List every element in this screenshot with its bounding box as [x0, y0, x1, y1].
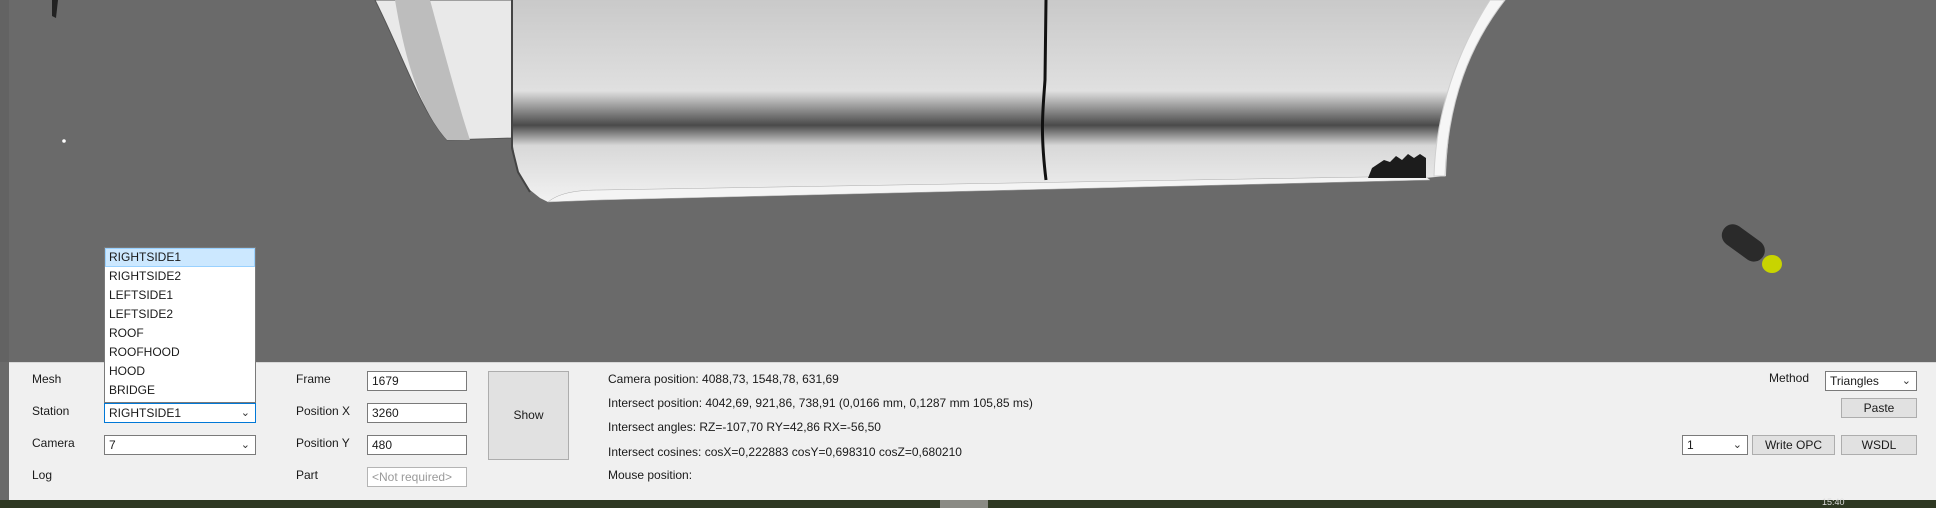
method-select[interactable]: Triangles ⌄: [1825, 371, 1917, 391]
control-panel: Mesh Station Camera Log RIGHTSIDE1 ⌄ 7 ⌄…: [9, 362, 1936, 501]
3d-viewport[interactable]: [0, 0, 1936, 362]
station-label: Station: [32, 404, 70, 418]
opc-index-select[interactable]: 1 ⌄: [1682, 435, 1748, 455]
station-dropdown-list: RIGHTSIDE1 RIGHTSIDE2 LEFTSIDE1 LEFTSIDE…: [104, 247, 256, 403]
mesh-label: Mesh: [32, 372, 62, 386]
show-button[interactable]: Show: [488, 371, 569, 460]
wsdl-button[interactable]: WSDL: [1841, 435, 1917, 455]
frame-input[interactable]: 1679: [367, 371, 467, 391]
intersect-angles-text: Intersect angles: RZ=-107,70 RY=42,86 RX…: [608, 420, 881, 434]
camera-select-value: 7: [109, 438, 116, 452]
intersect-position-text: Intersect position: 4042,69, 921,86, 738…: [608, 396, 1033, 410]
part-input[interactable]: <Not required>: [367, 467, 467, 487]
method-label: Method: [1769, 371, 1810, 385]
station-option-rightside1[interactable]: RIGHTSIDE1: [105, 248, 255, 267]
part-label: Part: [296, 468, 319, 482]
mouse-position-text: Mouse position:: [608, 468, 693, 482]
position-y-label: Position Y: [296, 436, 350, 450]
paste-button[interactable]: Paste: [1841, 398, 1917, 418]
write-opc-button[interactable]: Write OPC: [1752, 435, 1835, 455]
taskbar-clock: 15:40: [1822, 497, 1845, 507]
position-x-label: Position X: [296, 404, 351, 418]
station-option-roofhood[interactable]: ROOFHOOD: [105, 343, 255, 362]
station-option-rightside2[interactable]: RIGHTSIDE2: [105, 267, 255, 286]
opc-index-select-value: 1: [1687, 438, 1694, 452]
position-y-input[interactable]: 480: [367, 435, 467, 455]
position-x-input[interactable]: 3260: [367, 403, 467, 423]
car-body-render: [52, 0, 1782, 273]
chevron-down-icon: ⌄: [240, 407, 250, 419]
camera-position-text: Camera position: 4088,73, 1548,78, 631,6…: [608, 372, 839, 386]
station-option-hood[interactable]: HOOD: [105, 362, 255, 381]
camera-select[interactable]: 7 ⌄: [104, 435, 256, 455]
camera-label: Camera: [32, 436, 75, 450]
station-select[interactable]: RIGHTSIDE1 ⌄: [104, 403, 256, 423]
frame-label: Frame: [296, 372, 331, 386]
chevron-down-icon: ⌄: [1901, 375, 1911, 387]
log-label: Log: [32, 468, 53, 482]
taskbar: 15:40: [0, 497, 1936, 508]
chevron-down-icon: ⌄: [240, 439, 250, 451]
intersect-cosines-text: Intersect cosines: cosX=0,222883 cosY=0,…: [608, 445, 962, 459]
method-select-value: Triangles: [1830, 374, 1879, 388]
chevron-down-icon: ⌄: [1732, 439, 1742, 451]
station-option-bridge[interactable]: BRIDGE: [105, 381, 255, 400]
station-select-value: RIGHTSIDE1: [109, 406, 182, 420]
station-option-roof[interactable]: ROOF: [105, 324, 255, 343]
taskbar-app-indicator[interactable]: [940, 500, 988, 508]
station-option-leftside2[interactable]: LEFTSIDE2: [105, 305, 255, 324]
station-option-leftside1[interactable]: LEFTSIDE1: [105, 286, 255, 305]
